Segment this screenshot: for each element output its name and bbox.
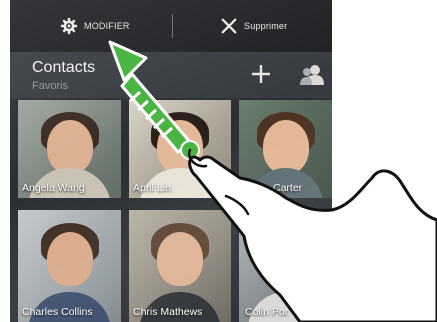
contact-tile[interactable]: Carter xyxy=(239,100,332,198)
modify-label: MODIFIER xyxy=(84,21,130,31)
contact-name: April Lin xyxy=(133,182,171,194)
phone-screen: MODIFIER Supprimer Contacts Favoris Ange… xyxy=(10,0,332,322)
favorites-tab-label[interactable]: Favoris xyxy=(32,80,68,92)
contact-photo-face xyxy=(262,232,309,287)
gear-icon xyxy=(60,17,78,35)
contacts-grid: Angela Wang April Lin Carter Charles Col… xyxy=(10,100,332,322)
contact-name: Carter xyxy=(273,182,303,194)
action-bar: MODIFIER Supprimer xyxy=(10,0,332,52)
contact-tile[interactable]: Colin Por xyxy=(239,210,332,322)
contact-tile[interactable]: Charles Collins xyxy=(18,210,121,322)
tutorial-illustration: MODIFIER Supprimer Contacts Favoris Ange… xyxy=(0,0,437,322)
contact-photo-face xyxy=(157,119,203,174)
contact-name: Angela Wang xyxy=(22,182,85,194)
delete-button[interactable]: Supprimer xyxy=(220,0,287,52)
contact-name: Charles Collins xyxy=(22,306,93,318)
modify-button[interactable]: MODIFIER xyxy=(60,0,130,52)
plus-icon[interactable] xyxy=(250,63,272,85)
person-icon[interactable] xyxy=(300,63,324,85)
contact-photo-face xyxy=(46,232,93,287)
contact-tile[interactable]: Chris Mathews xyxy=(129,210,231,322)
contact-name: Chris Mathews xyxy=(133,306,203,318)
contact-photo-face xyxy=(157,232,203,287)
page-title: Contacts xyxy=(32,59,96,76)
contact-photo-face xyxy=(262,119,309,174)
contact-name: Colin Por xyxy=(245,306,289,318)
contact-photo-face xyxy=(46,119,93,174)
contact-tile[interactable]: April Lin xyxy=(129,100,231,198)
close-icon xyxy=(221,18,237,34)
delete-label: Supprimer xyxy=(244,21,288,31)
contact-tile[interactable]: Angela Wang xyxy=(18,100,121,198)
action-divider xyxy=(172,14,173,38)
contacts-header: Contacts Favoris xyxy=(10,52,332,98)
